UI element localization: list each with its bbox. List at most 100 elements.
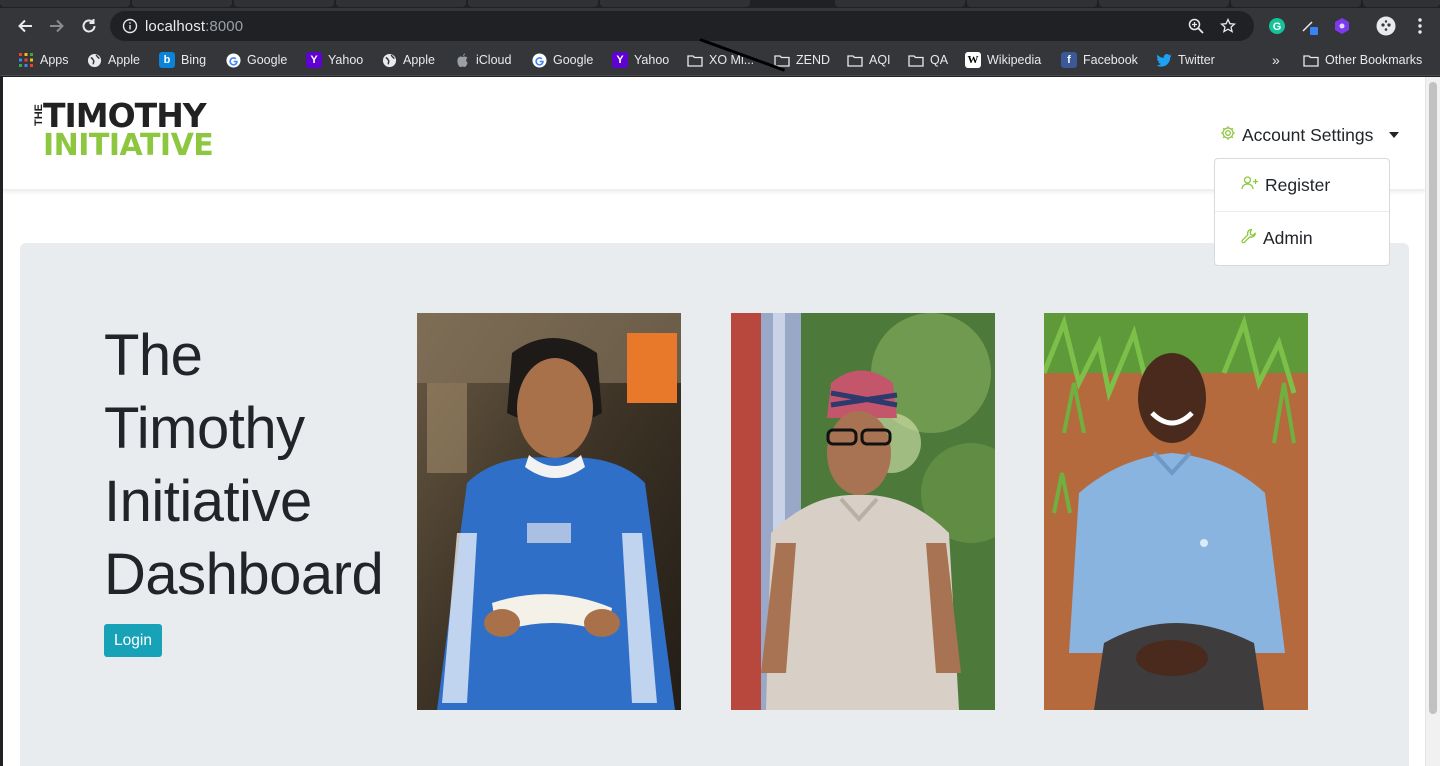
- dropdown-item-register[interactable]: Register: [1215, 159, 1389, 211]
- bookmark-star-icon[interactable]: [1219, 17, 1237, 39]
- bookmarks-overflow-button[interactable]: »: [1272, 50, 1280, 70]
- bookmark-label: Wikipedia: [987, 53, 1042, 67]
- browser-toolbar: localhost:8000 G: [0, 8, 1440, 44]
- bookmark-label: Apple: [403, 53, 435, 67]
- tab[interactable]: [0, 0, 130, 7]
- google-icon: [531, 52, 547, 68]
- bookmark-label: Apple: [108, 53, 140, 67]
- bookmark-yahoo[interactable]: Y Yahoo: [612, 50, 669, 70]
- site-navbar: THE TIMOTHY INITIATIVE Account Settings: [3, 77, 1425, 190]
- tab[interactable]: [1099, 0, 1229, 7]
- bookmark-yahoo[interactable]: Y Yahoo: [306, 50, 363, 70]
- apps-grid-icon: [18, 52, 34, 68]
- bookmark-label: iCloud: [476, 53, 512, 67]
- svg-text:G: G: [1273, 21, 1282, 33]
- bookmark-label: Apps: [40, 53, 69, 67]
- tab[interactable]: [336, 0, 466, 7]
- logo-line2: INITIATIVE: [43, 128, 214, 163]
- tab[interactable]: [967, 0, 1097, 7]
- back-icon[interactable]: [14, 15, 36, 37]
- account-settings-toggle[interactable]: Account Settings: [1220, 123, 1400, 147]
- bookmarks-bar: Apps Apple b Bing Google Y Yahoo Apple i…: [0, 44, 1440, 76]
- bookmark-google[interactable]: Google: [531, 50, 593, 70]
- bookmark-twitter[interactable]: Twitter: [1156, 50, 1215, 70]
- login-button[interactable]: Login: [104, 624, 162, 657]
- photo-man-smiling: [1044, 313, 1308, 710]
- tab[interactable]: [1231, 0, 1361, 7]
- title-line: The: [104, 323, 203, 388]
- tab-strip: [0, 0, 1440, 8]
- bookmark-google[interactable]: Google: [225, 50, 287, 70]
- title-line: Timothy: [104, 396, 305, 461]
- page-title: The Timothy Initiative Dashboard: [104, 319, 404, 611]
- globe-icon: [381, 52, 397, 68]
- folder-icon: [1303, 52, 1319, 68]
- title-line: Dashboard: [104, 542, 384, 607]
- bookmark-label: Google: [247, 53, 288, 67]
- bookmark-label: Yahoo: [328, 53, 364, 67]
- bookmark-icloud[interactable]: iCloud: [454, 50, 511, 70]
- bookmark-folder-qa[interactable]: QA: [908, 50, 948, 70]
- bookmark-label: QA: [930, 53, 949, 67]
- folder-icon: [687, 52, 703, 68]
- color-picker-extension-icon[interactable]: [1300, 16, 1320, 36]
- purple-extension-icon[interactable]: [1332, 16, 1352, 36]
- grammarly-extension-icon[interactable]: G: [1267, 16, 1287, 36]
- reload-icon[interactable]: [78, 15, 100, 37]
- url-port: :8000: [205, 18, 244, 35]
- folder-icon: [908, 52, 924, 68]
- tab[interactable]: [835, 0, 965, 7]
- url-host: localhost: [145, 18, 206, 35]
- register-label: Register: [1265, 174, 1331, 195]
- info-icon[interactable]: [122, 18, 138, 39]
- url-text: localhost:8000: [145, 18, 243, 35]
- caret-down-icon: [1389, 132, 1400, 138]
- tab[interactable]: [234, 0, 334, 7]
- bookmark-apple[interactable]: Apple: [86, 50, 140, 70]
- globe-icon: [86, 52, 102, 68]
- bookmark-folder-aqi[interactable]: AQI: [847, 50, 891, 70]
- tab[interactable]: [600, 0, 750, 7]
- bookmark-label: Twitter: [1178, 53, 1215, 67]
- photo-man-with-hat: [731, 313, 995, 710]
- bookmark-label: Facebook: [1083, 53, 1138, 67]
- address-bar[interactable]: localhost:8000: [110, 11, 1254, 41]
- other-bookmarks-folder[interactable]: Other Bookmarks: [1303, 50, 1422, 70]
- bookmark-label: Yahoo: [634, 53, 670, 67]
- bookmark-apple[interactable]: Apple: [381, 50, 435, 70]
- bookmark-label: ZEND: [796, 53, 831, 67]
- yahoo-icon: Y: [306, 52, 322, 68]
- gear-icon: [1220, 125, 1236, 146]
- hero-jumbotron: The Timothy Initiative Dashboard Login: [20, 243, 1409, 766]
- google-icon: [225, 52, 241, 68]
- dropdown-item-admin[interactable]: Admin: [1215, 212, 1389, 264]
- bookmark-label: Other Bookmarks: [1325, 53, 1423, 67]
- facebook-icon: f: [1061, 52, 1077, 68]
- bookmark-label: Google: [553, 53, 594, 67]
- tab[interactable]: [132, 0, 232, 7]
- yahoo-icon: Y: [612, 52, 628, 68]
- page-scrollbar[interactable]: [1425, 77, 1440, 766]
- bookmark-wikipedia[interactable]: W Wikipedia: [965, 50, 1041, 70]
- zoom-icon[interactable]: [1188, 18, 1204, 39]
- title-line: Initiative: [104, 469, 312, 534]
- bookmark-apps[interactable]: Apps: [18, 50, 69, 70]
- tab[interactable]: [468, 0, 598, 7]
- menu-kebab-icon[interactable]: [1410, 16, 1430, 36]
- site-logo[interactable]: THE TIMOTHY INITIATIVE: [25, 99, 214, 165]
- account-dropdown-menu: Register Admin: [1214, 158, 1390, 266]
- tab[interactable]: [1363, 0, 1440, 7]
- bookmark-facebook[interactable]: f Facebook: [1061, 50, 1138, 70]
- apple-icon: [454, 52, 470, 68]
- folder-icon: [847, 52, 863, 68]
- forward-icon[interactable]: [46, 15, 68, 37]
- bookmark-label: Bing: [181, 53, 207, 67]
- profile-avatar-icon[interactable]: [1376, 16, 1396, 36]
- wikipedia-icon: W: [965, 52, 981, 68]
- photo-man-reading: [417, 313, 681, 710]
- wrench-icon: [1241, 228, 1257, 249]
- page-viewport: THE TIMOTHY INITIATIVE Account Settings …: [3, 77, 1425, 766]
- bing-icon: b: [159, 52, 175, 68]
- bookmark-bing[interactable]: b Bing: [159, 50, 206, 70]
- scrollbar-thumb[interactable]: [1429, 82, 1437, 714]
